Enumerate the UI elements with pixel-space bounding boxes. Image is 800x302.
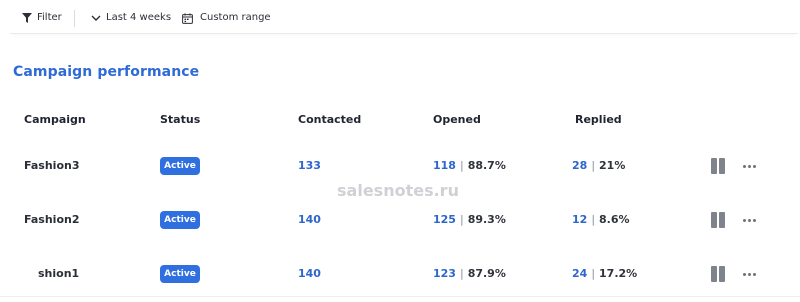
table-row: shion1 Active 140 123 | 87.9% 24 | 17.2% (0, 247, 800, 301)
replied-count[interactable]: 24 (572, 267, 587, 280)
more-icon[interactable] (742, 158, 758, 174)
value-separator: | (459, 267, 464, 280)
opened-cell: 125 | 89.3% (433, 212, 506, 228)
calendar-icon (182, 13, 193, 24)
replied-cell: 28 | 21% (572, 158, 625, 174)
filter-label: Filter (37, 12, 62, 23)
replied-percent: 8.6% (599, 213, 630, 226)
replied-percent: 21% (599, 159, 626, 172)
column-header-replied: Replied (575, 113, 622, 126)
replied-cell: 24 | 17.2% (572, 266, 637, 282)
replied-percent: 17.2% (599, 267, 638, 280)
period-label: Last 4 weeks (106, 12, 172, 23)
opened-cell: 123 | 87.9% (433, 266, 506, 282)
column-header-campaign: Campaign (24, 113, 86, 126)
status-badge: Active (160, 211, 200, 229)
column-header-opened: Opened (433, 113, 481, 126)
value-separator: | (591, 213, 596, 226)
value-separator: | (459, 213, 464, 226)
more-icon[interactable] (742, 266, 758, 282)
opened-count[interactable]: 123 (433, 267, 456, 280)
campaign-name[interactable]: shion1 (38, 266, 79, 282)
opened-count[interactable]: 125 (433, 213, 456, 226)
more-icon[interactable] (742, 212, 758, 228)
status-badge: Active (160, 157, 200, 175)
custom-range-label: Custom range (200, 12, 271, 23)
replied-count[interactable]: 12 (572, 213, 587, 226)
filter-button[interactable]: Filter (22, 10, 76, 26)
campaign-name[interactable]: Fashion2 (24, 212, 79, 228)
opened-percent: 88.7% (467, 159, 506, 172)
bottom-divider (0, 296, 800, 297)
replied-cell: 12 | 8.6% (572, 212, 630, 228)
opened-percent: 87.9% (467, 267, 506, 280)
watermark: salesnotes.ru (336, 175, 460, 207)
value-separator: | (591, 159, 596, 172)
pause-icon[interactable] (710, 212, 726, 228)
column-header-contacted: Contacted (298, 113, 362, 126)
chevron-down-icon (91, 15, 101, 21)
contacted-count[interactable]: 140 (298, 266, 321, 282)
toolbar: Filter Last 4 weeks Custom range (10, 2, 798, 34)
value-separator: | (591, 267, 596, 280)
value-separator: | (459, 159, 464, 172)
period-dropdown[interactable]: Last 4 weeks (91, 10, 177, 26)
contacted-count[interactable]: 133 (298, 158, 321, 174)
custom-range-button[interactable]: Custom range (182, 10, 278, 26)
opened-percent: 89.3% (467, 213, 506, 226)
filter-icon (22, 13, 32, 23)
pause-icon[interactable] (710, 266, 726, 282)
toolbar-divider (74, 10, 75, 27)
opened-cell: 118 | 88.7% (433, 158, 506, 174)
status-badge: Active (160, 265, 200, 283)
section-title: Campaign performance (13, 64, 200, 80)
pause-icon[interactable] (710, 158, 726, 174)
column-header-status: Status (160, 113, 201, 126)
contacted-count[interactable]: 140 (298, 212, 321, 228)
replied-count[interactable]: 28 (572, 159, 587, 172)
opened-count[interactable]: 118 (433, 159, 456, 172)
campaign-name[interactable]: Fashion3 (24, 158, 79, 174)
